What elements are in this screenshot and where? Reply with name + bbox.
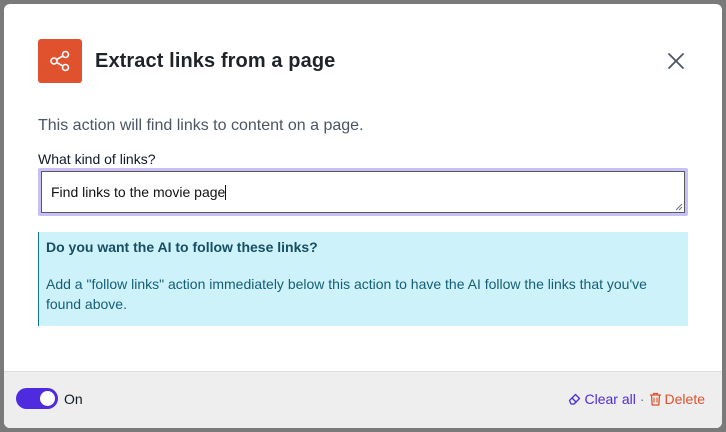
trash-icon (649, 392, 662, 406)
resize-grip-icon[interactable] (675, 203, 683, 211)
close-icon (668, 53, 684, 69)
toggle-knob (40, 391, 55, 406)
follow-links-info-box: Do you want the AI to follow these links… (38, 232, 688, 326)
dialog-title: Extract links from a page (95, 49, 336, 72)
footer-actions: Clear all · Delete (568, 391, 705, 407)
extract-links-dialog: Extract links from a page This action wi… (4, 4, 722, 428)
clear-all-button[interactable]: Clear all (568, 391, 636, 407)
toggle-label: On (64, 391, 83, 407)
dialog-description: This action will find links to content o… (38, 117, 364, 134)
eraser-icon (568, 392, 582, 406)
enabled-toggle[interactable] (16, 388, 58, 409)
text-caret (225, 185, 227, 200)
links-textarea-value: Find links to the movie page (51, 184, 226, 200)
delete-button[interactable]: Delete (649, 391, 705, 407)
delete-label: Delete (664, 391, 705, 407)
info-body: Add a "follow links" action immediately … (46, 276, 647, 312)
actions-separator: · (639, 391, 645, 407)
links-textarea[interactable]: Find links to the movie page (38, 168, 688, 216)
links-field-label: What kind of links? (38, 151, 156, 167)
clear-all-label: Clear all (584, 391, 636, 407)
dialog-footer: On Clear all · Delete (4, 371, 722, 428)
dialog-header: Extract links from a page (38, 39, 688, 83)
links-textarea-content[interactable]: Find links to the movie page (41, 171, 685, 213)
close-button[interactable] (664, 49, 688, 73)
info-title: Do you want the AI to follow these links… (46, 239, 318, 255)
share-nodes-icon (38, 39, 82, 83)
